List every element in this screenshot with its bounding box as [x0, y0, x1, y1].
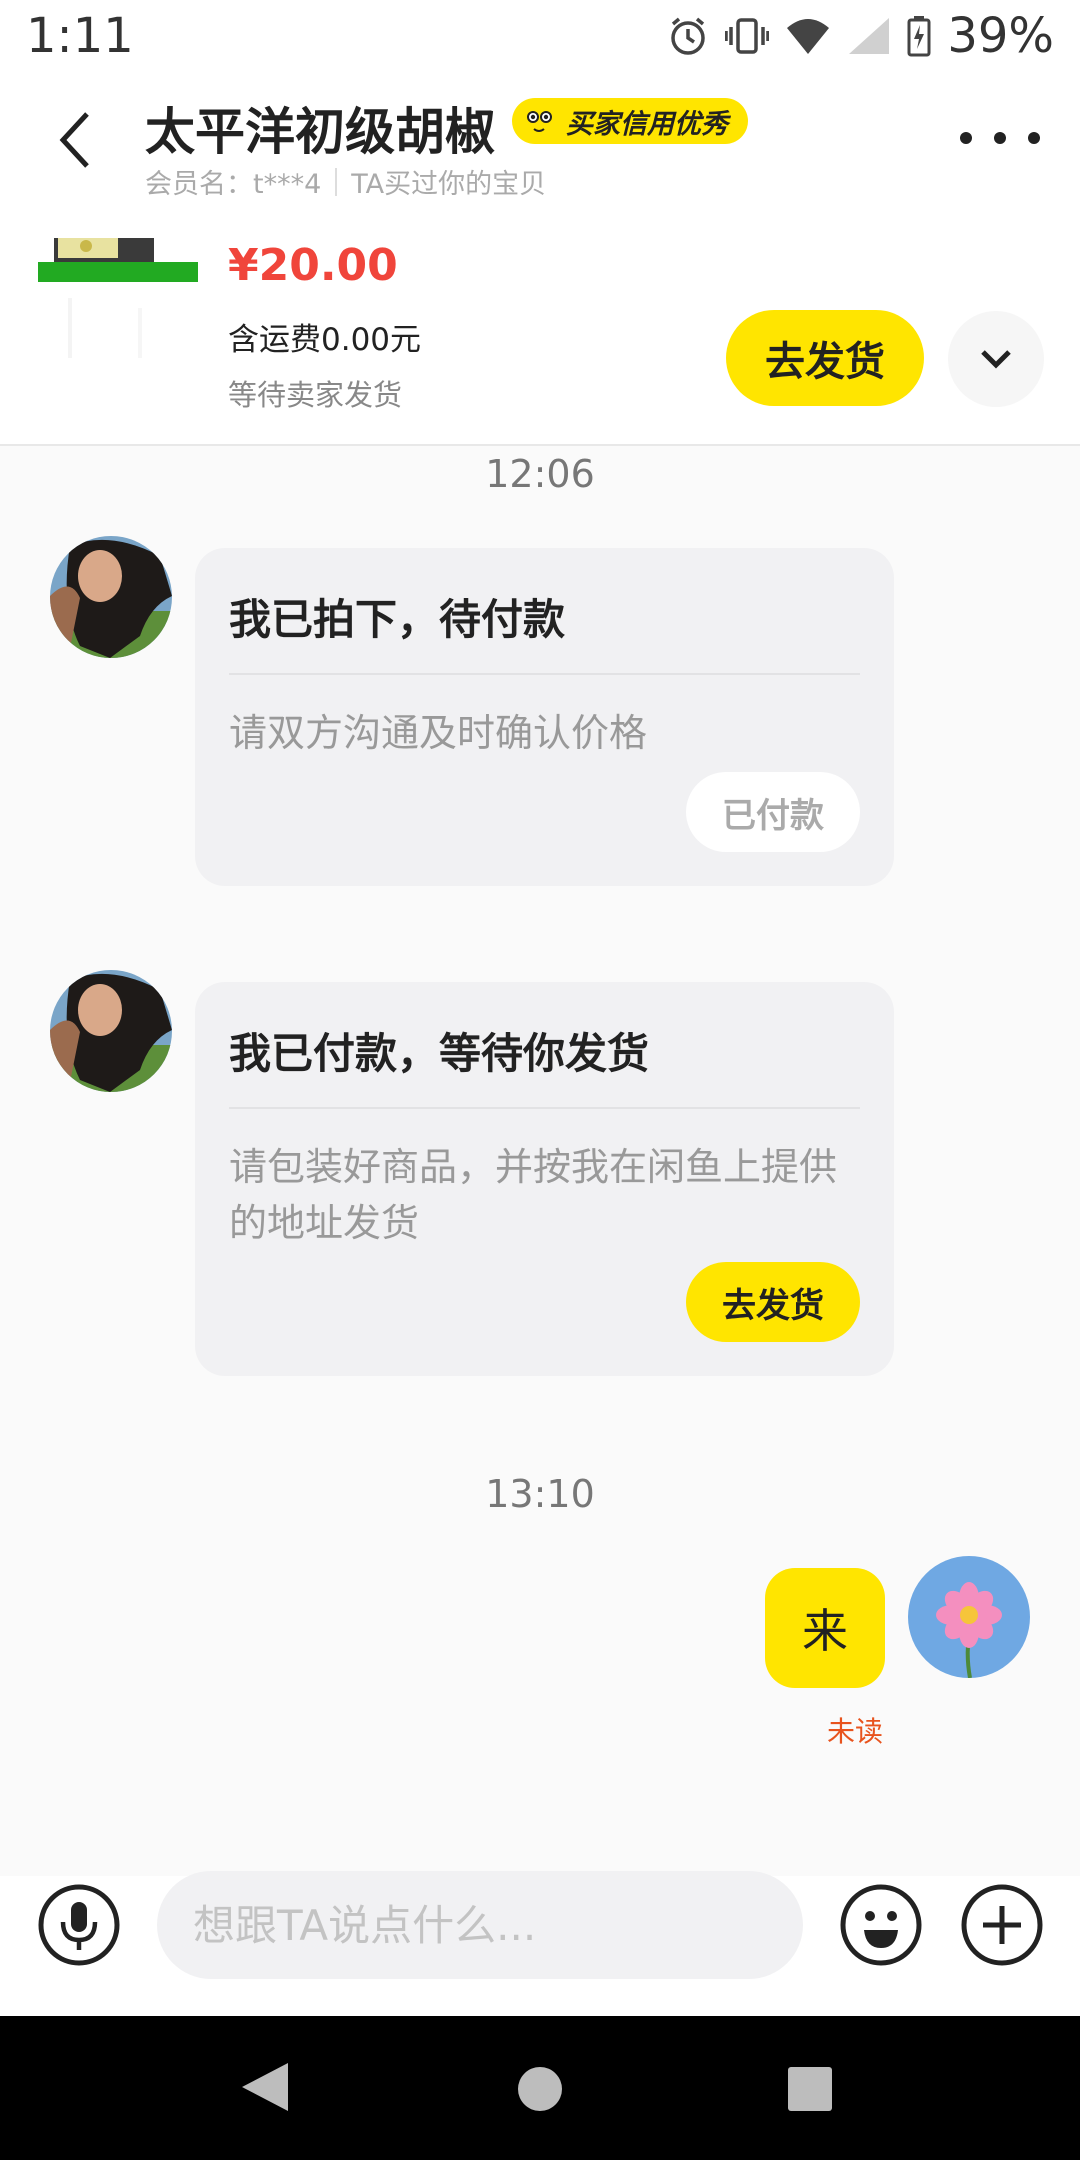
emoji-button[interactable] — [840, 1884, 922, 1966]
ship-button[interactable]: 去发货 — [726, 310, 924, 406]
dot-icon — [960, 132, 972, 144]
bought-before-label: TA买过你的宝贝 — [351, 169, 547, 200]
my-avatar[interactable] — [908, 1556, 1030, 1678]
back-button[interactable] — [40, 100, 110, 180]
badge-label: 买家信用优秀 — [566, 108, 728, 140]
nav-recent-button[interactable] — [787, 2066, 833, 2116]
triangle-back-icon — [242, 2063, 288, 2111]
smile-icon — [840, 1884, 922, 1966]
paid-button[interactable]: 已付款 — [686, 772, 860, 852]
square-recent-icon — [788, 2067, 832, 2111]
microphone-icon — [38, 1884, 120, 1966]
fish-face-icon — [520, 102, 558, 140]
credit-badge: 买家信用优秀 — [512, 98, 748, 144]
expand-button[interactable] — [948, 311, 1044, 407]
card-title: 我已拍下，待付款 — [229, 548, 860, 675]
battery-percent: 39% — [947, 8, 1054, 64]
alarm-icon — [671, 17, 706, 55]
more-options-button[interactable] — [960, 118, 1040, 158]
page-title: 太平洋初级胡椒 — [145, 103, 495, 161]
plus-icon — [961, 1884, 1043, 1966]
shipping-fee: 含运费0.00元 — [228, 322, 422, 358]
battery-icon — [907, 16, 931, 57]
unread-status: 未读 — [826, 1715, 883, 1748]
status-time: 1:11 — [26, 8, 134, 64]
circle-home-icon — [518, 2067, 562, 2111]
card-body: 请双方沟通及时确认价格 — [229, 711, 648, 755]
order-status: 等待卖家发货 — [228, 378, 403, 412]
wifi-icon — [787, 19, 830, 54]
flower-icon — [908, 1556, 1030, 1678]
voice-button[interactable] — [38, 1884, 120, 1966]
status-icons: 39% — [667, 8, 1054, 64]
buyer-avatar[interactable] — [50, 536, 172, 658]
ship-button[interactable]: 去发货 — [686, 1262, 860, 1342]
message-input[interactable] — [157, 1871, 803, 1979]
nav-home-button[interactable] — [517, 2066, 563, 2116]
card-body: 请包装好商品，并按我在闲鱼上提供的地址发货 — [229, 1145, 838, 1245]
card-title: 我已付款，等待你发货 — [229, 982, 860, 1109]
message-card: 我已付款，等待你发货 请包装好商品，并按我在闲鱼上提供的地址发货 去发货 — [195, 982, 894, 1376]
dot-icon — [994, 132, 1006, 144]
buyer-avatar[interactable] — [50, 970, 172, 1092]
chat-timestamp: 12:06 — [485, 452, 595, 496]
separator — [335, 167, 338, 196]
chevron-left-icon — [59, 112, 89, 168]
header-subtitle: 会员名：t***4 TA买过你的宝贝 — [145, 162, 546, 201]
chat-timestamp: 13:10 — [485, 1472, 595, 1516]
chevron-down-icon — [981, 350, 1011, 369]
message-card: 我已拍下，待付款 请双方沟通及时确认价格 已付款 — [195, 548, 894, 886]
nav-back-button[interactable] — [240, 2061, 290, 2117]
my-message-bubble[interactable]: 来 — [765, 1568, 885, 1688]
product-price: ¥20.00 — [228, 240, 398, 291]
signal-icon — [849, 18, 890, 54]
dot-icon — [1028, 132, 1040, 144]
member-name: 会员名：t***4 — [145, 169, 322, 200]
vibrate-icon — [725, 18, 770, 54]
more-actions-button[interactable] — [961, 1884, 1043, 1966]
product-thumbnail[interactable] — [38, 238, 198, 378]
